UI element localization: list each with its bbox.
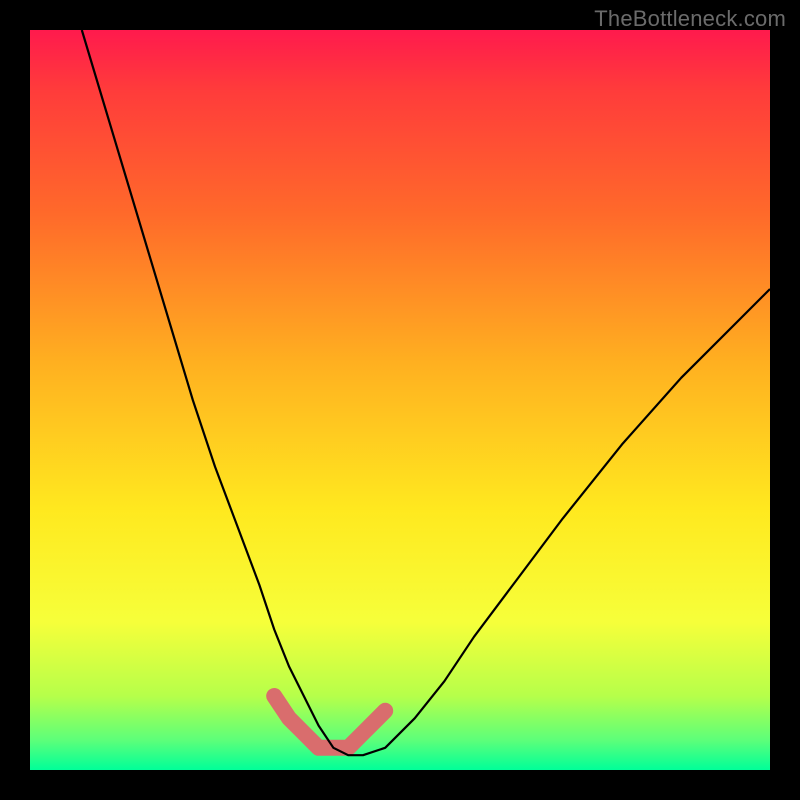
plot-area xyxy=(30,30,770,770)
chart-frame: TheBottleneck.com xyxy=(0,0,800,800)
valley-highlight-path xyxy=(274,696,385,748)
curve-layer xyxy=(30,30,770,770)
bottleneck-curve-path xyxy=(82,30,770,755)
watermark-text: TheBottleneck.com xyxy=(594,6,786,32)
